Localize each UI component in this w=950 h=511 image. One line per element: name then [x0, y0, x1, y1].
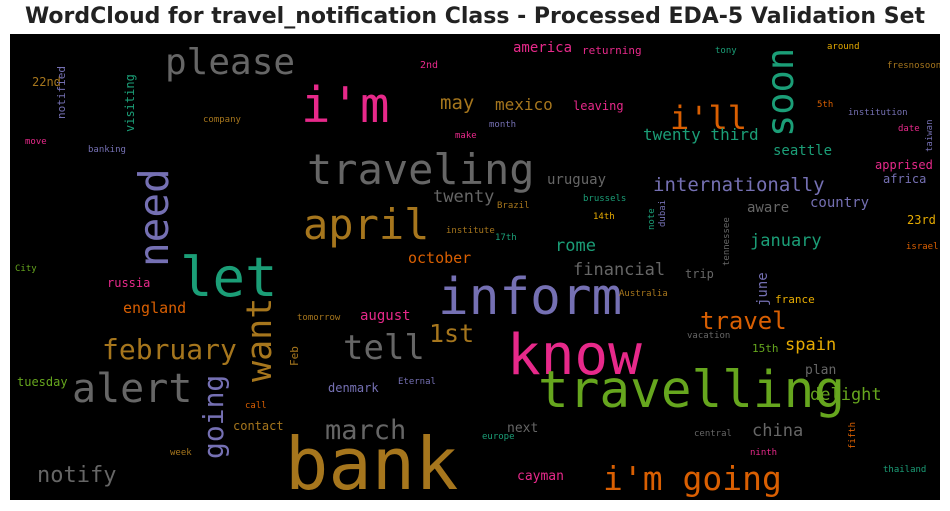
word-company: company [203, 115, 242, 125]
word-october: october [408, 249, 471, 267]
word-move: move [25, 137, 47, 147]
word-i-m: i'm [301, 77, 390, 134]
word-seattle: seattle [773, 143, 832, 159]
word-tony: tony [715, 46, 737, 56]
word-going: going [197, 375, 230, 459]
word-brussels: brussels [583, 194, 626, 204]
word-week: week [170, 448, 192, 458]
word-15th: 15th [752, 342, 779, 355]
word-aware: aware [747, 200, 789, 216]
word-2nd: 2nd [420, 60, 438, 71]
word-russia: russia [107, 276, 150, 290]
word-want: want [240, 298, 280, 382]
word-england: england [123, 299, 186, 317]
word-february: february [102, 333, 237, 366]
word-soon: soon [759, 48, 802, 137]
word-leaving: leaving [573, 99, 624, 113]
word-city: City [15, 264, 37, 274]
word-financial: financial [573, 260, 665, 280]
word-17th: 17th [495, 233, 517, 243]
word-taiwan: taiwan [925, 119, 935, 152]
word-call: call [245, 401, 267, 411]
chart-title: WordCloud for travel_notification Class … [24, 4, 926, 29]
word-twenty: twenty [433, 187, 494, 207]
word-returning: returning [582, 44, 642, 57]
word-twenty-third: twenty third [643, 125, 759, 144]
word-contact: contact [233, 419, 284, 433]
word-traveling: traveling [307, 145, 535, 194]
word-trip: trip [685, 267, 714, 281]
word-banking: banking [88, 145, 126, 155]
word-travelling: travelling [538, 361, 845, 420]
word-may: may [440, 92, 474, 114]
word-internationally: internationally [653, 174, 825, 196]
word-notify: notify [37, 463, 116, 488]
word-tell: tell [343, 328, 425, 368]
word-tomorrow: tomorrow [297, 313, 341, 323]
word-america: america [513, 40, 572, 56]
word-alert: alert [72, 366, 192, 412]
word-visiting: visiting [123, 74, 137, 132]
word-europe: europe [482, 432, 515, 442]
word-notified: notified [55, 66, 68, 119]
word-fresnosoon: fresnosoon [887, 61, 940, 71]
word-fifth: fifth [848, 422, 858, 449]
word-rome: rome [555, 236, 596, 256]
word-march: march [325, 415, 406, 446]
word-vacation: vacation [687, 331, 730, 341]
word-need: need [130, 168, 178, 267]
word-tennessee: tennessee [722, 217, 732, 266]
word-14th: 14th [593, 212, 615, 222]
word-country: country [810, 195, 869, 211]
word-plan: plan [805, 363, 836, 378]
word-1st: 1st [429, 319, 474, 348]
word-eternal: Eternal [398, 377, 436, 387]
word-denmark: denmark [328, 381, 379, 395]
word-spain: spain [785, 335, 836, 355]
word-institution: institution [848, 108, 908, 118]
word-australia: Australia [619, 289, 668, 299]
word-june: june [755, 272, 771, 306]
word-around: around [827, 42, 860, 52]
word-august: august [360, 308, 411, 324]
word-feb: Feb [288, 346, 301, 366]
word-thailand: thailand [883, 465, 926, 475]
word-april: april [303, 200, 429, 249]
word-5th: 5th [817, 100, 833, 110]
word-central: central [694, 429, 732, 439]
wordcloud-canvas: bank know let inform travelling i'm traveling a… [10, 34, 940, 500]
word-january: january [750, 231, 822, 251]
word-delight: delight [810, 385, 882, 405]
word-cayman: cayman [517, 469, 564, 484]
word-mexico: mexico [495, 95, 553, 114]
word-note: note [647, 208, 657, 230]
word-ninth: ninth [750, 448, 777, 458]
wordcloud-svg: bankknowlet informtravellingi'mtravelinga… [15, 40, 940, 500]
word-month: month [489, 120, 516, 130]
word-make: make [455, 131, 477, 141]
word-i-m-going: i'm going [603, 459, 782, 498]
word-china: china [752, 421, 803, 441]
word-date: date [898, 124, 920, 134]
word-institute: institute [446, 226, 495, 236]
word-france: france [775, 293, 815, 306]
word-israel: israel [906, 242, 939, 252]
word-uruguay: uruguay [547, 172, 606, 188]
word-please: please [165, 42, 295, 83]
word-brazil: Brazil [497, 201, 530, 211]
word-apprised: apprised [875, 158, 933, 172]
word-tuesday: tuesday [17, 375, 68, 389]
word-africa: africa [883, 172, 926, 186]
word-23rd: 23rd [907, 213, 936, 227]
word-dubai: dubai [658, 200, 668, 227]
